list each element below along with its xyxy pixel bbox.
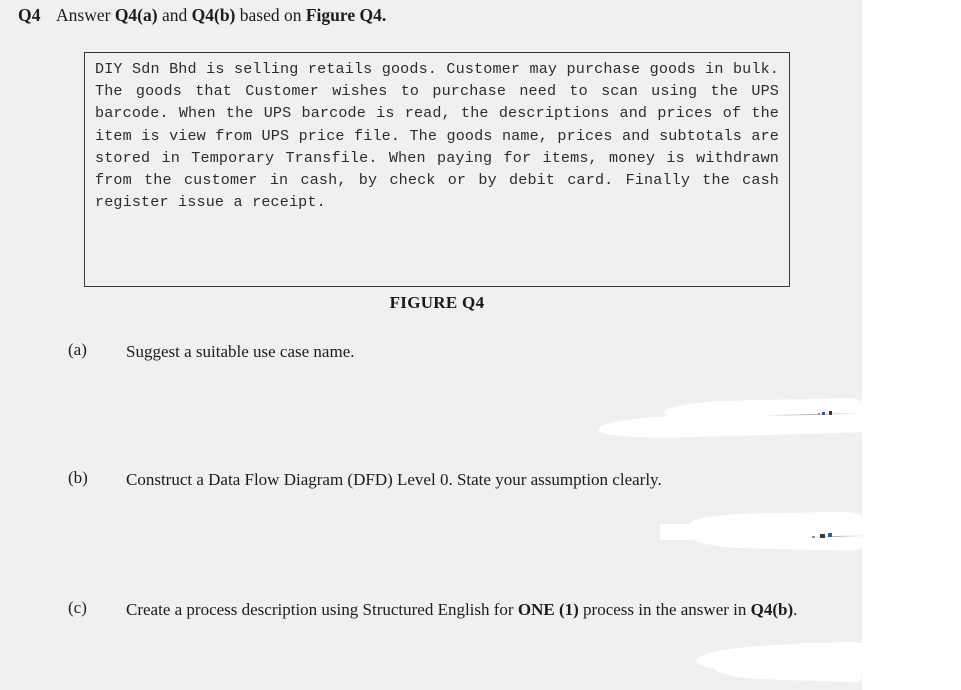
residual-ink-dot-a-1 [822, 412, 825, 415]
figure-box: DIY Sdn Bhd is selling retails goods. Cu… [84, 52, 790, 287]
part-c-reference-q4b: Q4(b) [750, 600, 794, 619]
part-c-label: (c) [68, 598, 87, 617]
erasure-mark-answer-c [695, 641, 863, 671]
figure-caption: FIGURE Q4 [389, 293, 485, 312]
residual-ink-streak-a [765, 412, 855, 417]
residual-ink-dot-b-3 [812, 536, 815, 538]
part-c-text-segment-3: . [793, 600, 798, 619]
residual-ink-dot-a-2 [829, 411, 832, 415]
residual-ink-dot-b-1 [820, 534, 825, 538]
erasure-mark-answer-c-3 [711, 653, 863, 683]
erasure-mark-answer-b-3 [689, 525, 863, 552]
question-stem-figure-ref: Figure Q4. [305, 5, 387, 25]
question-stem-ref-b: Q4(b) [191, 5, 236, 25]
erasure-mark-answer-a [663, 397, 863, 424]
residual-ink-dot-b-2 [828, 533, 832, 537]
question-header: Q4 Answer Q4(a) and Q4(b) based on Figur… [18, 5, 838, 31]
part-c-emphasis-one: ONE (1) [517, 600, 579, 619]
question-stem-prefix: Answer [56, 5, 115, 25]
question-stem-suffix: based on [235, 5, 306, 25]
question-stem-mid: and [157, 5, 192, 25]
erasure-mark-answer-a-2 [597, 410, 863, 440]
part-c-text-segment-1: Create a process description using Struc… [126, 600, 518, 619]
residual-ink-dot-a-3 [818, 413, 820, 415]
question-number: Q4 [18, 5, 41, 25]
part-c-text-segment-2: process in the answer in [578, 600, 751, 619]
part-b-label: (b) [68, 468, 88, 487]
scanned-page: Q4 Answer Q4(a) and Q4(b) based on Figur… [0, 0, 863, 690]
part-a-text: Suggest a suitable use case name. [126, 342, 355, 361]
erasure-mark-answer-a-3 [718, 418, 862, 432]
part-a-label: (a) [68, 340, 87, 359]
erasure-mark-answer-c-2 [800, 643, 862, 671]
question-stem: Answer Q4(a) and Q4(b) based on Figure Q… [56, 5, 386, 26]
erasure-mark-answer-b-4 [660, 524, 720, 540]
part-c-text: Create a process description using Struc… [126, 598, 846, 621]
figure-body-text: DIY Sdn Bhd is selling retails goods. Cu… [95, 60, 789, 212]
erasure-mark-answer-b-2 [693, 518, 862, 548]
question-stem-ref-a: Q4(a) [114, 5, 158, 25]
residual-ink-streak-b [807, 535, 863, 538]
erasure-mark-answer-b [689, 511, 863, 532]
page-right-margin [862, 0, 961, 690]
part-b-text: Construct a Data Flow Diagram (DFD) Leve… [126, 470, 662, 489]
